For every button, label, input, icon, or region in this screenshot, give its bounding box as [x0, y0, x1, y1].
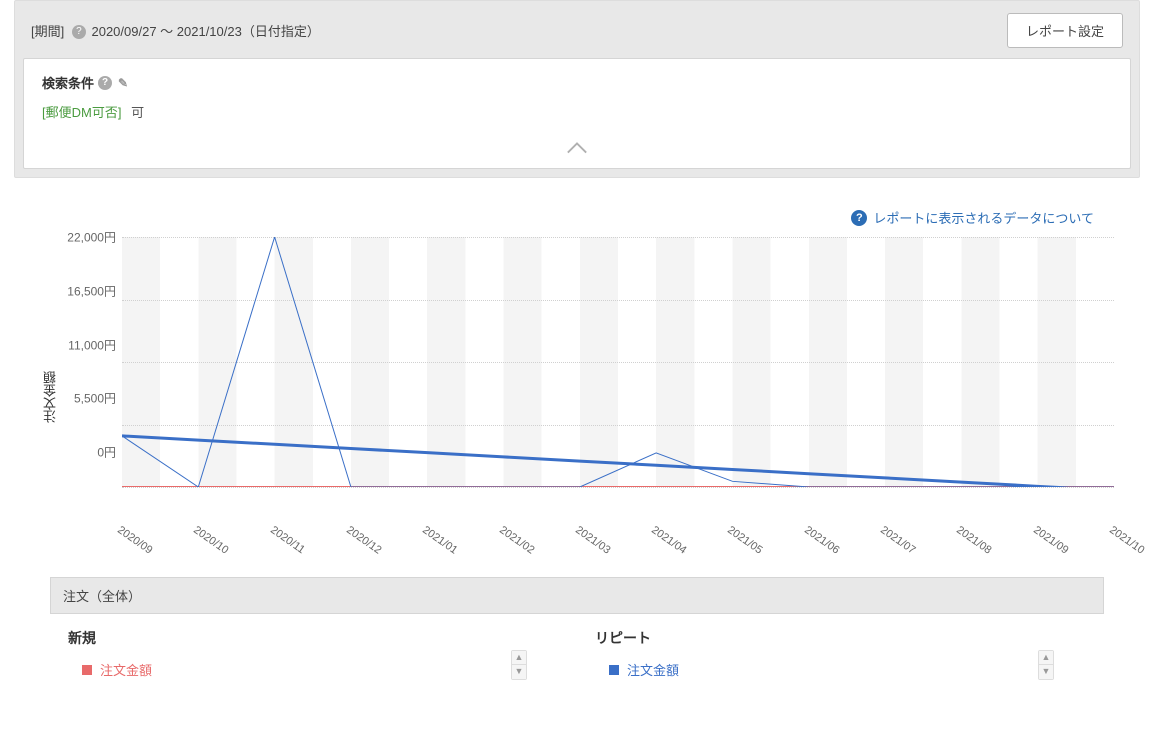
legend-swatch-red — [82, 665, 92, 675]
help-icon[interactable]: ? — [98, 76, 112, 90]
chart: 注文金額 0円5,500円11,000円16,500円22,000円 2020/… — [35, 237, 1114, 557]
x-tick: 2020/11 — [268, 524, 307, 556]
stepper-down-icon[interactable]: ▼ — [512, 665, 526, 679]
x-tick: 2020/12 — [344, 524, 383, 557]
collapse-toggle[interactable] — [42, 135, 1112, 168]
x-tick: 2021/05 — [726, 524, 765, 557]
y-tick: 22,000円 — [67, 229, 122, 246]
legend-new-label: 注文金額 — [100, 660, 152, 679]
stepper-repeat[interactable]: ▲ ▼ — [1038, 650, 1054, 680]
chart-series-line — [122, 436, 1114, 487]
x-tick: 2021/04 — [649, 524, 688, 557]
stepper-down-icon[interactable]: ▼ — [1039, 665, 1053, 679]
legend-swatch-blue — [609, 665, 619, 675]
x-tick: 2021/10 — [1107, 524, 1146, 557]
x-tick: 2021/09 — [1031, 524, 1070, 557]
legend-new: 注文金額 — [68, 660, 567, 679]
x-tick: 2021/07 — [878, 524, 917, 557]
report-data-info-link[interactable]: ? レポートに表示されるデータについて — [851, 208, 1094, 227]
period-text: [期間] ? 2020/09/27 ～ 2021/10/23（日付指定） — [31, 21, 320, 40]
x-tick: 2020/10 — [191, 524, 230, 557]
y-axis-label: 注文金額 — [35, 237, 60, 557]
x-tick: 2020/09 — [115, 524, 154, 557]
period-label-caption: [期間] — [31, 24, 64, 39]
x-tick: 2021/01 — [420, 524, 459, 557]
x-tick: 2021/03 — [573, 524, 612, 557]
report-settings-button[interactable]: レポート設定 — [1007, 13, 1123, 48]
condition-value: 可 — [131, 105, 144, 120]
y-tick: 5,500円 — [74, 390, 122, 407]
legend-repeat: 注文金額 — [595, 660, 1094, 679]
x-tick: 2021/08 — [954, 524, 993, 557]
y-tick: 11,000円 — [68, 336, 122, 353]
chart-series-line — [122, 237, 1114, 487]
x-tick: 2021/06 — [802, 524, 841, 557]
y-tick: 16,500円 — [67, 282, 122, 299]
stepper-up-icon[interactable]: ▲ — [512, 651, 526, 665]
chevron-up-icon — [566, 143, 588, 158]
report-data-info-text: レポートに表示されるデータについて — [873, 208, 1094, 227]
condition-row: [郵便DM可否] 可 — [42, 102, 1112, 121]
col-repeat-title: リピート — [595, 628, 1094, 648]
edit-icon[interactable]: ✎ — [118, 76, 128, 90]
stepper-up-icon[interactable]: ▲ — [1039, 651, 1053, 665]
help-icon[interactable]: ? — [72, 25, 86, 39]
section-header: 注文（全体） — [50, 577, 1104, 614]
x-tick: 2021/02 — [497, 524, 536, 557]
period-value: 2020/09/27 ～ 2021/10/23（日付指定） — [91, 24, 319, 39]
y-tick: 0円 — [97, 444, 122, 461]
condition-key: [郵便DM可否] — [42, 105, 121, 120]
stepper-new[interactable]: ▲ ▼ — [511, 650, 527, 680]
info-icon: ? — [851, 210, 867, 226]
col-new-title: 新規 — [68, 628, 567, 648]
search-conditions-title: 検索条件 — [42, 73, 94, 92]
legend-repeat-label: 注文金額 — [627, 660, 679, 679]
